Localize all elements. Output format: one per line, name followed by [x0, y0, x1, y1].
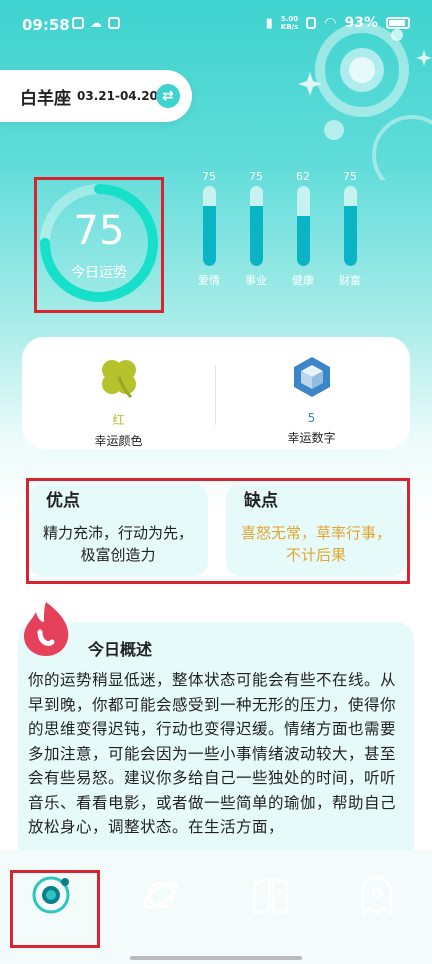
nav-book[interactable] [246, 870, 296, 920]
lucky-color-value: 红 [112, 413, 125, 427]
category-label: 事业 [245, 274, 267, 287]
category-bar-2: 62 健康 [282, 170, 324, 288]
category-fill [202, 206, 216, 266]
zodiac-name: 白羊座 [20, 88, 71, 109]
fire-icon [24, 602, 69, 656]
category-track [296, 186, 310, 266]
category-bars: 75 爱情 75 事业 62 健康 75 财富 [188, 170, 388, 290]
category-bar-3: 75 财富 [329, 170, 371, 288]
planet-decoration-icon [298, 23, 432, 180]
category-value: 75 [202, 170, 216, 183]
notification-icons: ☁ [72, 17, 120, 29]
app-notification-icon [72, 17, 84, 29]
category-value: 75 [249, 170, 263, 183]
book-icon [253, 877, 289, 915]
category-track [343, 186, 357, 266]
lucky-color-label: 幸运颜色 [94, 434, 143, 448]
home-indicator [130, 956, 302, 960]
zodiac-date-range: 03.21-04.20 [77, 89, 158, 103]
category-label: 财富 [339, 274, 361, 287]
calendar-icon [108, 17, 120, 29]
category-track [249, 186, 263, 266]
status-time: 09:58 [22, 16, 70, 34]
category-value: 75 [343, 170, 357, 183]
category-track [202, 186, 216, 266]
category-fill [343, 206, 357, 266]
category-fill [249, 206, 263, 266]
swap-zodiac-icon[interactable]: ⇄ [156, 84, 180, 108]
category-fill [296, 216, 310, 266]
overview-card: 今日概述 你的运势稍显低迷，整体状态可能会有些不在线。从早到晚，你都可能会感受到… [18, 622, 414, 862]
category-label: 爱情 [198, 274, 220, 287]
category-bar-1: 75 事业 [235, 170, 277, 288]
highlight-box-score [34, 177, 164, 313]
lucky-card: 红 幸运颜色 5 幸运数字 [22, 337, 410, 449]
lucky-number-label: 幸运数字 [287, 431, 336, 445]
nav-ghost[interactable] [352, 870, 402, 920]
overview-text: 你的运势稍显低迷，整体状态可能会有些不在线。从早到晚，你都可能会感受到一种无形的… [28, 671, 397, 836]
planet-ring-icon [143, 879, 179, 909]
cube-icon [293, 357, 330, 397]
category-bar-0: 75 爱情 [188, 170, 230, 288]
cloud-icon: ☁ [90, 16, 102, 30]
zodiac-selector[interactable]: 白羊座 03.21-04.20 ⇄ [0, 70, 192, 122]
ghost-icon [361, 876, 393, 915]
category-label: 健康 [292, 274, 314, 287]
category-value: 62 [296, 170, 310, 183]
vibrate-icon: ▮ [265, 15, 273, 31]
overview-title: 今日概述 [88, 640, 153, 659]
highlight-box-nav [10, 870, 100, 948]
lucky-number: 5 幸运数字 [215, 355, 408, 446]
highlight-box-pros-cons [26, 478, 410, 584]
clover-icon [101, 360, 136, 399]
lucky-number-value: 5 [307, 411, 316, 425]
lucky-color: 红 幸运颜色 [22, 355, 215, 449]
nav-planet[interactable] [136, 870, 186, 920]
